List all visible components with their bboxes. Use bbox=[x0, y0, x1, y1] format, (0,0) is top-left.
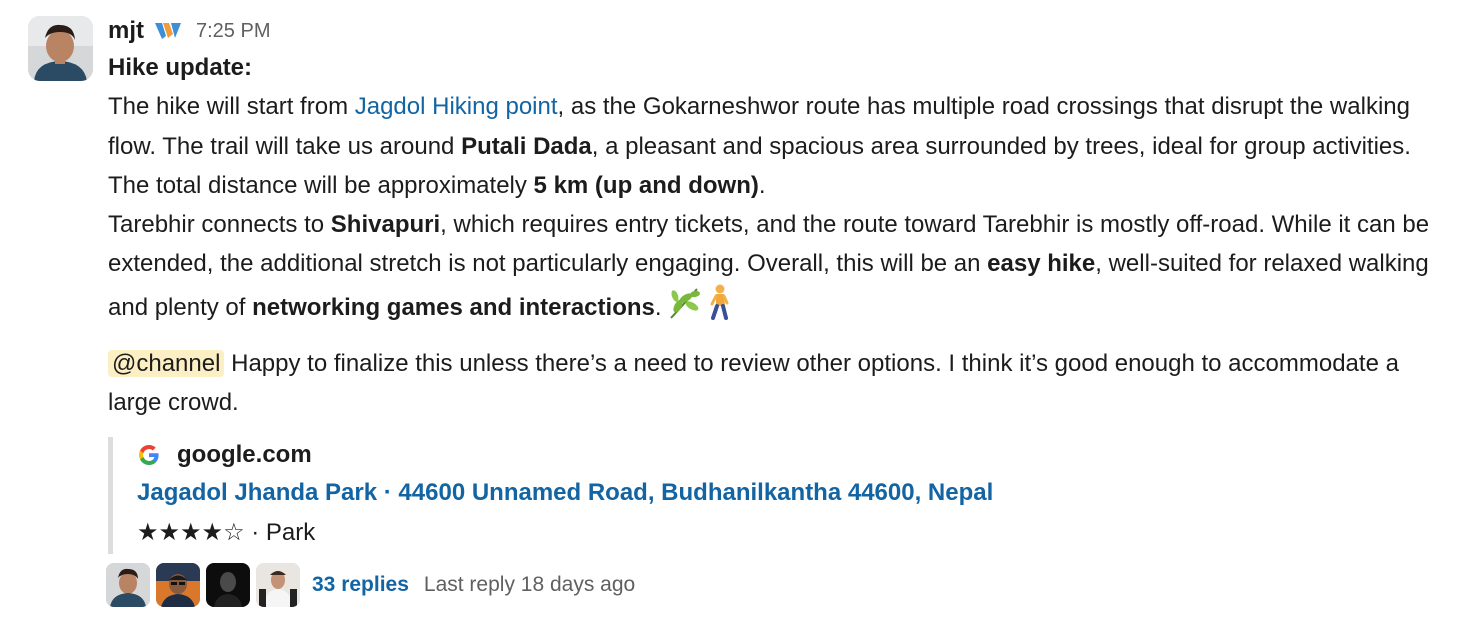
message-content: mjt 7:25 PM Hike update: The hike will s… bbox=[108, 14, 1458, 554]
link-preview-site-name: google.com bbox=[177, 440, 312, 468]
person-walking-emoji-icon[interactable] bbox=[706, 284, 732, 332]
user-avatar[interactable] bbox=[28, 16, 93, 81]
message-header: mjt 7:25 PM bbox=[108, 14, 1458, 48]
text-segment: The hike will start from bbox=[108, 93, 355, 121]
paragraph-1: The hike will start from Jagdol Hiking p… bbox=[108, 87, 1458, 205]
text-segment: . bbox=[758, 171, 766, 199]
thread-summary[interactable]: 33 replies Last reply 18 days ago bbox=[106, 563, 635, 607]
bold-shivapuri: Shivapuri bbox=[330, 211, 441, 239]
message-item: mjt 7:25 PM Hike update: The hike will s… bbox=[0, 0, 1478, 642]
message-timestamp[interactable]: 7:25 PM bbox=[196, 20, 270, 43]
bold-easy-hike: easy hike bbox=[987, 250, 1096, 278]
reply-avatar-3 bbox=[206, 563, 250, 607]
link-preview: google.com Jagadol Jhanda Park · 44600 U… bbox=[108, 436, 1458, 554]
link-preview-site: google.com bbox=[137, 437, 1458, 473]
herb-emoji-icon[interactable] bbox=[666, 286, 702, 332]
workspace-badge-icon bbox=[154, 20, 182, 42]
text-segment: Happy to finalize this unless there’s a … bbox=[108, 350, 1399, 417]
bold-putali-dada: Putali Dada bbox=[461, 132, 592, 160]
paragraph-mention: @channel Happy to finalize this unless t… bbox=[108, 344, 1458, 423]
paragraph-2: Tarebhir connects to Shivapuri, which re… bbox=[108, 205, 1458, 332]
link-preview-rating: ★★★★☆ · Park bbox=[137, 513, 1458, 553]
text-segment: Tarebhir connects to bbox=[108, 211, 331, 239]
place-category: · Park bbox=[244, 518, 316, 546]
thread-last-reply: Last reply 18 days ago bbox=[423, 573, 636, 596]
bold-distance: 5 km (up and down) bbox=[533, 171, 759, 199]
message-title: Hike update: bbox=[108, 54, 253, 81]
thread-replies-count[interactable]: 33 replies bbox=[312, 573, 409, 597]
reply-avatar-4 bbox=[256, 563, 300, 607]
star-rating: ★★★★☆ bbox=[137, 518, 245, 546]
google-icon bbox=[137, 443, 161, 467]
bold-networking: networking games and interactions bbox=[252, 293, 655, 321]
message-body: Hike update: The hike will start from Ja… bbox=[108, 48, 1458, 423]
channel-mention[interactable]: @channel bbox=[108, 350, 225, 378]
reply-avatar-1 bbox=[106, 563, 150, 607]
reply-avatar-2 bbox=[156, 563, 200, 607]
link-preview-title[interactable]: Jagadol Jhanda Park · 44600 Unnamed Road… bbox=[137, 473, 1458, 513]
jagdol-hiking-point-link[interactable]: Jagdol Hiking point bbox=[355, 93, 558, 120]
text-segment: . bbox=[654, 293, 662, 321]
username[interactable]: mjt bbox=[108, 17, 144, 45]
